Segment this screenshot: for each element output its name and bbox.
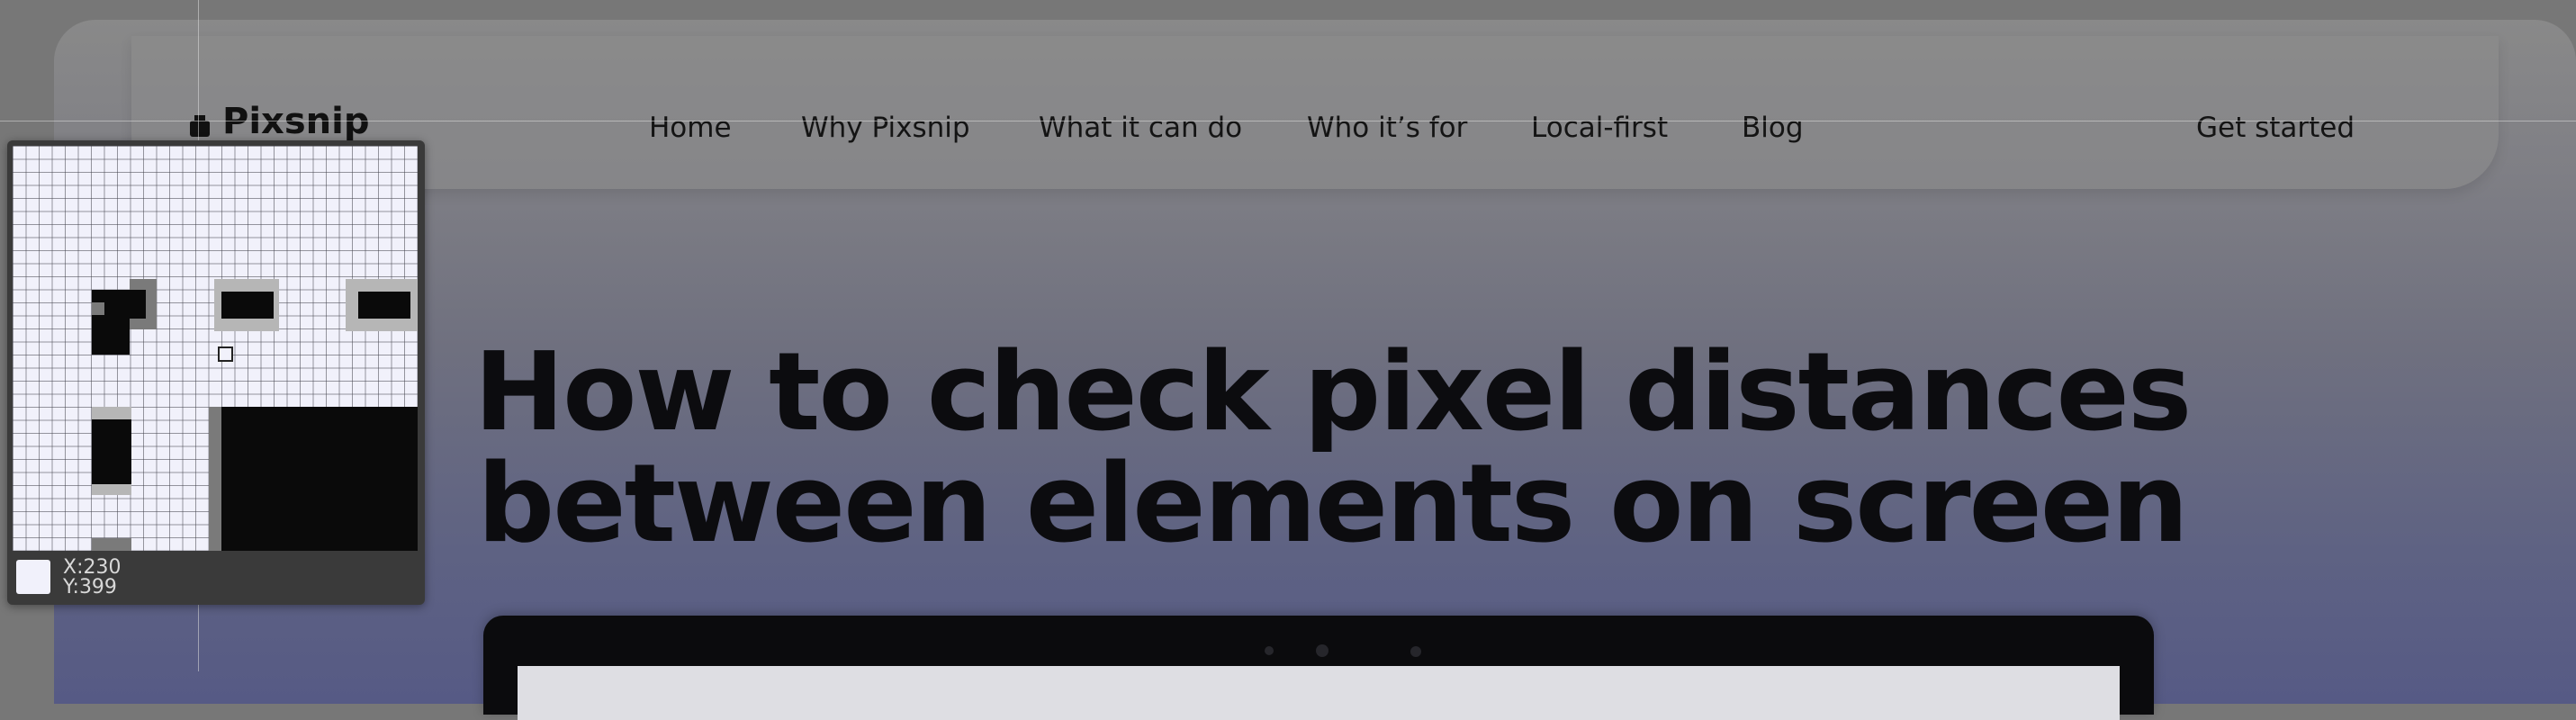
page-title: How to check pixel distances between ele… — [450, 338, 2214, 561]
nav-link-home[interactable]: Home — [649, 112, 732, 144]
pixel-block — [92, 315, 130, 355]
y-coordinate-readout: Y:399 — [63, 578, 117, 598]
pixel-block — [358, 292, 410, 319]
nav-link-blog[interactable]: Blog — [1742, 112, 1804, 144]
center-pixel-marker — [218, 346, 233, 362]
pixel-block — [221, 292, 274, 319]
y-label: Y: — [63, 576, 79, 598]
nav-link-why-pixsnip[interactable]: Why Pixsnip — [801, 112, 970, 144]
laptop-screen — [518, 666, 2120, 720]
page-title-line-1: How to check pixel distances — [473, 330, 2193, 455]
color-swatch — [16, 560, 50, 594]
pixel-block — [221, 407, 418, 551]
sensor-dot-icon — [1410, 646, 1421, 657]
camera-lens-icon — [1316, 644, 1329, 657]
pixsnip-logo-icon — [186, 108, 213, 137]
pixel-block — [92, 419, 131, 484]
laptop-mockup — [483, 616, 2154, 720]
magnified-pixel-grid — [13, 146, 418, 551]
magnifier-readout: X:230 Y:399 — [13, 556, 418, 599]
pixel-magnifier-loupe: X:230 Y:399 — [7, 140, 425, 605]
nav-link-local-first[interactable]: Local-first — [1531, 112, 1668, 144]
page-title-line-2: between elements on screen — [477, 442, 2188, 567]
camera-dot-icon — [1265, 646, 1274, 655]
brand-logo[interactable]: Pixsnip — [186, 101, 369, 142]
nav-link-what-it-can-do[interactable]: What it can do — [1039, 112, 1242, 144]
brand-name: Pixsnip — [222, 101, 370, 142]
pixel-shade — [92, 538, 131, 551]
y-value: 399 — [78, 576, 117, 598]
get-started-button[interactable]: Get started — [2196, 112, 2355, 144]
nav-link-who-its-for[interactable]: Who it’s for — [1307, 112, 1467, 144]
x-coordinate-readout: X:230 — [63, 558, 121, 578]
crosshair-horizontal-guide — [0, 121, 2576, 122]
